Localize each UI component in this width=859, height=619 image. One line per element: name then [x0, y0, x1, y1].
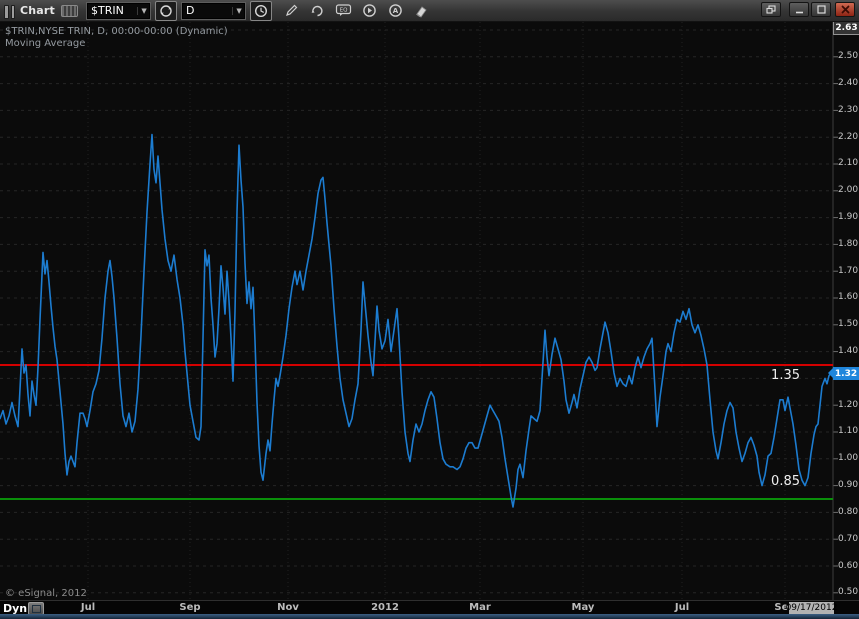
quote-button[interactable]: EQ	[332, 1, 354, 21]
y-axis-tick-label: 2.40	[838, 78, 858, 89]
link-badge-icon[interactable]	[61, 5, 78, 17]
chevron-down-icon[interactable]: ▼	[232, 7, 245, 15]
maximize-icon	[817, 5, 826, 14]
x-axis-month-label: Jul	[675, 602, 689, 613]
auto-circle-glyph: A	[392, 7, 398, 15]
support-level-label: 0.85	[740, 474, 800, 489]
window-controls	[761, 2, 855, 17]
play-button[interactable]	[358, 1, 380, 21]
interval-value: D	[182, 4, 232, 17]
close-icon	[841, 5, 850, 14]
y-axis-tick-label: 1.70	[838, 266, 858, 277]
y-axis-tick-label: 0.70	[838, 534, 858, 545]
y-axis-tick-label: 0.90	[838, 480, 858, 491]
x-axis-month-label: Mar	[469, 602, 491, 613]
redo-arrow-icon	[310, 3, 325, 18]
y-axis-tick-label: 2.10	[838, 158, 858, 169]
window-title: Chart	[20, 4, 55, 17]
study-info-line: Moving Average	[5, 38, 85, 49]
eraser-icon	[413, 4, 429, 18]
y-axis-tick-label: 2.00	[838, 185, 858, 196]
minimize-button[interactable]	[789, 2, 809, 17]
chevron-down-icon[interactable]: ▼	[137, 7, 150, 15]
clock-icon	[254, 4, 268, 18]
restore-icon	[766, 5, 776, 14]
auto-circle-icon: A	[388, 3, 403, 18]
y-axis-tick-label: 2.20	[838, 132, 858, 143]
y-axis-tick-label: 0.60	[838, 561, 858, 572]
y-axis-tick-label: 1.10	[838, 426, 858, 437]
resistance-level-label: 1.35	[740, 368, 800, 383]
esignal-watermark: © eSignal, 2012	[5, 588, 87, 599]
cursor-date-tag: 09/17/2012	[789, 602, 834, 614]
x-axis-month-label: Nov	[277, 602, 299, 613]
time-template-button[interactable]	[250, 1, 272, 21]
y-axis-tick-label: 2.50	[838, 51, 858, 62]
go-refresh-icon	[159, 4, 173, 18]
y-axis-tick-label: 0.80	[838, 507, 858, 518]
x-axis-month-label: Jul	[81, 602, 95, 613]
restore-button[interactable]	[761, 2, 781, 17]
last-price-tag: 1.32	[833, 367, 859, 380]
window-bottom-border	[0, 614, 859, 619]
interval-dropdown[interactable]: D ▼	[181, 2, 246, 20]
y-axis-tick-label: 1.20	[838, 400, 858, 411]
symbol-value: $TRIN	[87, 4, 137, 17]
quote-callout-glyph: EQ	[339, 7, 347, 13]
minimize-icon	[795, 6, 804, 14]
close-button[interactable]	[835, 2, 855, 17]
x-axis-month-label: May	[572, 602, 595, 613]
quote-callout-icon: EQ	[335, 3, 352, 18]
y-axis-tick-label: 1.40	[838, 346, 858, 357]
price-axis[interactable]: 2.50 2.40 2.30 2.20 2.10 2.00 1.90 1.80 1.70 1.60…	[834, 22, 859, 600]
play-circle-icon	[362, 3, 377, 18]
maximize-button[interactable]	[811, 2, 831, 17]
y-axis-tick-label: 1.90	[838, 212, 858, 223]
price-chart-plot[interactable]	[0, 0, 859, 619]
pencil-icon	[284, 3, 299, 18]
chart-window-icon	[4, 5, 15, 17]
axis-high-tag: 2.63	[833, 21, 859, 35]
y-axis-tick-label: 1.00	[838, 453, 858, 464]
y-axis-tick-label: 2.30	[838, 105, 858, 116]
y-axis-tick-label: 1.60	[838, 292, 858, 303]
y-axis-tick-label: 1.50	[838, 319, 858, 330]
draw-button[interactable]	[280, 1, 302, 21]
go-button[interactable]	[155, 1, 177, 21]
toolbar: Chart $TRIN ▼ D ▼	[0, 0, 859, 22]
time-axis[interactable]: Dyn 09/17/2012 JulSepNov2012MarMayJulSep	[0, 600, 859, 615]
y-axis-tick-label: 1.80	[838, 239, 858, 250]
x-axis-month-label: Sep	[179, 602, 200, 613]
y-axis-tick-label: 0.50	[838, 587, 858, 598]
symbol-dropdown[interactable]: $TRIN ▼	[86, 2, 151, 20]
eraser-button[interactable]	[410, 1, 432, 21]
symbol-info-line: $TRIN,NYSE TRIN, D, 00:00-00:00 (Dynamic…	[5, 26, 228, 37]
x-axis-month-label: 2012	[371, 602, 399, 613]
autoscale-button[interactable]: A	[384, 1, 406, 21]
reload-study-button[interactable]	[306, 1, 328, 21]
